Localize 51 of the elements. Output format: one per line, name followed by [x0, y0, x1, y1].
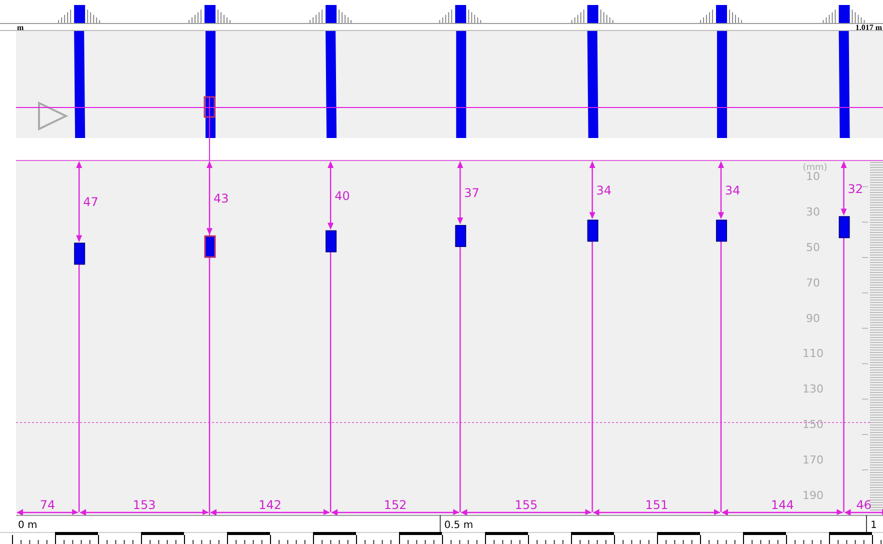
spacing-label: 74 — [40, 498, 56, 512]
depth-arrow — [840, 161, 847, 216]
spacing-label: 142 — [258, 498, 282, 512]
signal-peak — [58, 5, 100, 23]
signal-peak — [439, 5, 482, 23]
depth-tick-label: 190 — [802, 488, 824, 502]
spacing-label: 152 — [384, 498, 407, 512]
rebar-marker[interactable] — [587, 220, 598, 242]
depth-label: 40 — [334, 188, 350, 203]
rebar-marker[interactable] — [326, 230, 337, 252]
depth-label: 37 — [464, 186, 480, 200]
spacing-label: 46 — [856, 498, 872, 512]
depth-label: 32 — [848, 182, 864, 196]
depth-tick-label: 170 — [802, 453, 824, 466]
depth-arrow — [328, 161, 334, 230]
depth-arrow — [718, 161, 724, 220]
depth-label: 43 — [214, 192, 229, 206]
depth-arrow — [457, 161, 464, 224]
axis-unit: (mm) — [802, 163, 828, 173]
spacing-label: 151 — [645, 498, 668, 512]
depth-tick-label: 130 — [802, 382, 824, 396]
depth-arrow — [589, 161, 596, 220]
distance-label: m — [17, 23, 24, 31]
signal-peak — [188, 5, 231, 23]
play-icon[interactable] — [38, 101, 68, 131]
signal-peak — [700, 5, 742, 23]
spacing-label: 144 — [770, 498, 794, 512]
distance-label: 1.017 m — [855, 23, 882, 31]
spacing-label: 153 — [132, 498, 156, 512]
rebar-marker[interactable] — [74, 242, 86, 265]
signal-peak — [571, 5, 614, 23]
depth-tick-label: 150 — [802, 418, 824, 431]
depth-label: 47 — [83, 195, 98, 210]
signal-peak — [310, 5, 352, 23]
rebar-marker[interactable] — [204, 235, 216, 258]
depth-tick-label: 90 — [806, 312, 820, 325]
depth-label: 34 — [596, 184, 612, 198]
depth-label: 34 — [725, 184, 740, 198]
depth-tick-label: 110 — [802, 347, 824, 360]
rebar-marker[interactable] — [838, 216, 850, 238]
ruler-label: 1 — [870, 520, 877, 531]
rebar-marker[interactable] — [716, 220, 728, 242]
depth-tick-label: 10 — [806, 170, 820, 184]
depth-tick-label: 70 — [806, 276, 820, 290]
signal-peak — [822, 5, 865, 23]
spacing-label: 155 — [514, 498, 538, 512]
depth-tick-label: 50 — [806, 241, 820, 254]
ruler-label: 0.5 m — [444, 520, 474, 531]
depth-tick-label: 30 — [806, 206, 820, 219]
rebar-marker[interactable] — [455, 225, 466, 247]
ruler-label: 0 m — [18, 520, 38, 531]
